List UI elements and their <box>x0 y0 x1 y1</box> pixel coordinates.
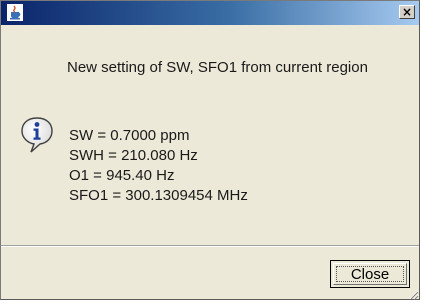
dialog-window: × New setting of SW, SFO1 from current r… <box>0 0 420 300</box>
separator <box>1 245 419 247</box>
window-close-button[interactable]: × <box>399 5 415 19</box>
message-values: SW = 0.7000 ppm SWH = 210.080 Hz O1 = 94… <box>69 126 248 206</box>
close-button[interactable]: Close <box>330 260 410 288</box>
message-heading: New setting of SW, SFO1 from current reg… <box>67 59 368 76</box>
title-bar[interactable]: × <box>1 1 419 25</box>
resize-grip[interactable] <box>407 287 419 300</box>
sw-line: SW = 0.7000 ppm <box>69 127 190 144</box>
close-button-label: Close <box>350 266 390 283</box>
info-icon <box>20 116 54 154</box>
sfo1-line: SFO1 = 300.1309454 MHz <box>69 187 248 204</box>
java-cup-icon <box>7 4 23 21</box>
close-icon: × <box>401 5 413 19</box>
swh-line: SWH = 210.080 Hz <box>69 147 198 164</box>
o1-line: O1 = 945.40 Hz <box>69 167 175 184</box>
